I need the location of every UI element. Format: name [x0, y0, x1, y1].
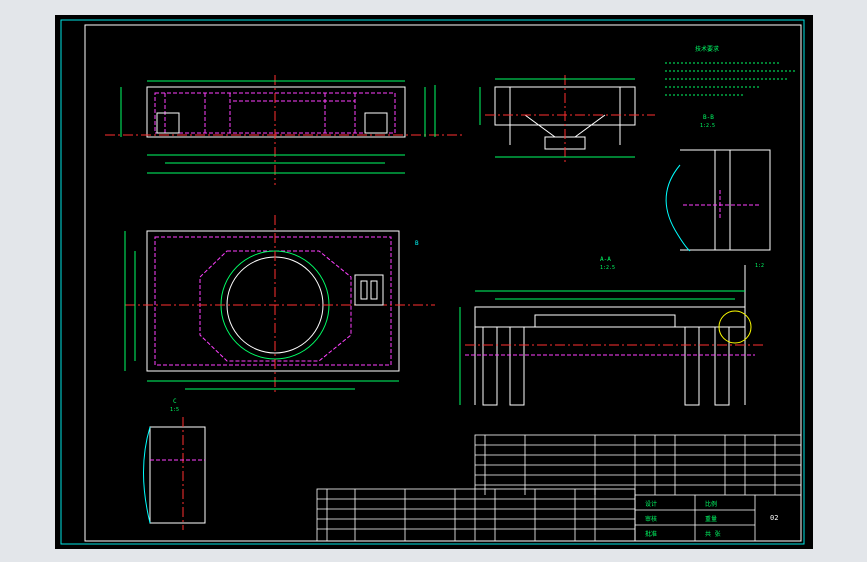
section-c: C 1:5: [143, 398, 206, 530]
section-aa: A-A 1:2.5 1:2: [459, 256, 765, 406]
title-sheet-label: 共 张: [705, 530, 721, 538]
drawing-canvas: 技术要求 B-B 1:2.5 B A-A 1:2.5 1:2 C 1:5 设计 …: [60, 19, 805, 545]
section-bb: B-B 1:2.5: [665, 114, 771, 252]
section-bb-label: B-B: [703, 114, 714, 121]
section-bb-scale: 1:2.5: [700, 123, 715, 129]
cad-viewport[interactable]: 技术要求 B-B 1:2.5 B A-A 1:2.5 1:2 C 1:5 设计 …: [55, 15, 813, 549]
title-row-approve: 批准: [645, 530, 657, 538]
title-weight-label: 重量: [705, 515, 717, 523]
title-row-design: 设计: [645, 500, 657, 508]
side-view: [479, 75, 655, 165]
plan-view: B: [124, 215, 435, 395]
title-row-check: 审核: [645, 515, 657, 523]
title-drawing-number: 02: [770, 514, 778, 522]
inner-border: [84, 24, 802, 542]
section-aa-scale: 1:2.5: [600, 265, 615, 271]
title-scale-label: 比例: [705, 500, 717, 508]
section-c-label: C: [173, 398, 177, 405]
tech-requirements: 技术要求: [665, 45, 795, 96]
front-view: [105, 75, 465, 185]
section-aa-label: A-A: [600, 256, 611, 263]
plan-tag-b: B: [415, 240, 419, 247]
section-c-scale: 1:5: [170, 407, 179, 413]
parts-list: [316, 434, 802, 542]
section-aa-tag: 1:2: [755, 263, 764, 269]
tech-req-title: 技术要求: [695, 45, 719, 53]
